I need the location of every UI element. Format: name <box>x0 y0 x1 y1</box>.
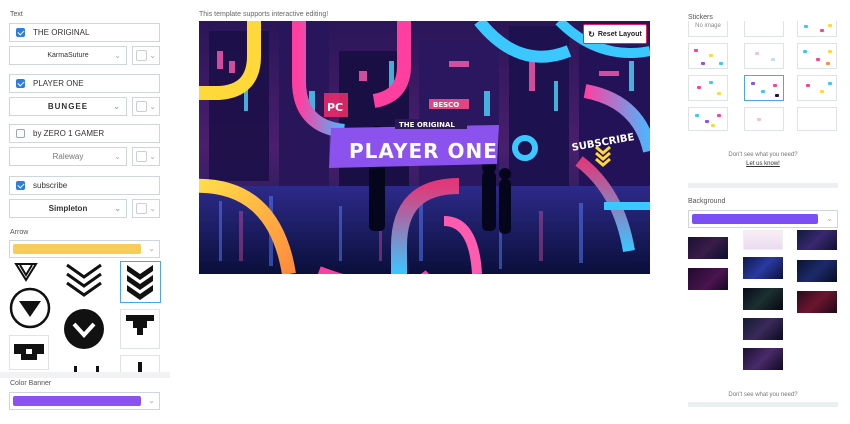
stickers-label: Stickers <box>688 14 713 21</box>
banner-small-text: THE ORIGINAL <box>399 121 455 129</box>
sticker-thumb-12[interactable] <box>797 107 837 131</box>
background-scrollbar[interactable] <box>688 402 838 407</box>
pixel-bar-icon[interactable] <box>74 364 104 372</box>
text-item-2-font: BUNGEE <box>47 102 89 111</box>
banner-color-select[interactable]: ⌄ <box>9 392 160 410</box>
background-thumb-5[interactable] <box>743 257 783 279</box>
circle-chevron-down-icon[interactable] <box>63 308 105 350</box>
sticker-thumb-8-selected[interactable] <box>744 75 784 101</box>
background-thumb-9[interactable] <box>743 318 783 340</box>
banner-color-swatch <box>13 396 141 406</box>
chevron-down-icon: ⌄ <box>149 51 156 60</box>
text-item-3-font-select[interactable]: Raleway ⌄ <box>9 147 127 166</box>
sticker-thumb-6[interactable] <box>797 43 837 69</box>
text-item-4-font-select[interactable]: Simpleton ⌄ <box>9 199 127 218</box>
text-item-1-color[interactable]: ⌄ <box>132 46 160 65</box>
text-item-2[interactable]: PLAYER ONE <box>9 74 160 93</box>
text-item-3-value[interactable]: by ZERO 1 GAMER <box>33 129 104 138</box>
triple-chevron-solid-icon[interactable] <box>120 261 161 303</box>
sticker-no-image[interactable]: No image <box>688 21 728 37</box>
background-thumb-1[interactable] <box>688 237 728 259</box>
stickers-help-question: Don't see what you need? <box>728 152 798 158</box>
text-item-1-font: KarmaSuture <box>47 52 89 59</box>
background-thumb-4[interactable] <box>688 268 728 290</box>
sticker-thumb-3[interactable] <box>797 21 837 37</box>
chevron-down-icon: ⌄ <box>113 102 121 111</box>
arrow-grid-scrollbar[interactable] <box>0 372 170 378</box>
arrow-color-swatch <box>13 244 141 254</box>
sticker-thumb-9[interactable] <box>797 75 837 101</box>
editing-hint: This template supports interactive editi… <box>199 11 329 18</box>
background-color-swatch <box>692 214 818 224</box>
background-thumb-8[interactable] <box>797 291 837 313</box>
sticker-thumb-11[interactable] <box>744 107 784 131</box>
chevron-down-thin-icon[interactable] <box>12 261 40 283</box>
reset-layout-label: Reset Layout <box>597 30 642 38</box>
text-item-4-checkbox[interactable] <box>16 181 25 190</box>
banner-main-text: PLAYER ONE <box>349 139 498 163</box>
sign-text-2: BESCO <box>433 101 459 109</box>
text-item-2-value[interactable]: PLAYER ONE <box>33 79 84 88</box>
pixel-block-arrow-icon[interactable] <box>9 335 49 370</box>
text-item-3[interactable]: by ZERO 1 GAMER <box>9 124 160 143</box>
no-image-label: No image <box>695 23 721 29</box>
chevron-down-icon: ⌄ <box>148 244 155 253</box>
triple-chevron-outline-icon[interactable] <box>63 261 105 301</box>
background-label: Background <box>688 198 726 205</box>
stickers-scrollbar[interactable] <box>688 183 838 188</box>
text-item-4-value[interactable]: subscribe <box>33 181 67 190</box>
text-item-4-font: Simpleton <box>48 204 88 213</box>
text-item-3-color[interactable]: ⌄ <box>132 147 160 166</box>
text-item-2-color[interactable]: ⌄ <box>132 97 160 116</box>
banner-artwork: PC BESCO THE ORIGINAL PLAYER ONE SUBSCRI… <box>199 21 650 274</box>
background-thumb-3[interactable] <box>797 230 837 250</box>
text-item-2-font-select[interactable]: BUNGEE ⌄ <box>9 97 127 116</box>
chevron-down-icon: ⌄ <box>114 51 121 60</box>
text-item-1-checkbox[interactable] <box>16 28 25 37</box>
chevron-down-icon: ⌄ <box>148 396 155 405</box>
reset-layout-button[interactable]: ↻ Reset Layout <box>583 24 647 44</box>
text-item-1-value[interactable]: THE ORIGINAL <box>33 28 89 37</box>
sticker-thumb-10[interactable] <box>688 107 728 131</box>
pixel-arrow-down-icon[interactable] <box>120 309 160 349</box>
text-item-1[interactable]: THE ORIGINAL <box>9 23 160 42</box>
sign-text-1: PC <box>327 101 343 114</box>
color-banner-label: Color Banner <box>10 380 52 387</box>
arrow-section-label: Arrow <box>10 229 29 236</box>
banner-canvas[interactable]: PC BESCO THE ORIGINAL PLAYER ONE SUBSCRI… <box>199 21 650 274</box>
text-item-3-checkbox[interactable] <box>16 129 25 138</box>
stickers-help-link[interactable]: Let us know! <box>688 161 838 167</box>
sticker-thumb-7[interactable] <box>688 75 728 101</box>
text-section-label: Text <box>10 11 23 18</box>
sticker-thumb-2[interactable] <box>744 21 784 37</box>
background-thumb-10[interactable] <box>743 348 783 370</box>
background-thumb-2[interactable] <box>743 230 783 250</box>
sticker-thumb-4[interactable] <box>688 43 728 69</box>
background-thumb-7[interactable] <box>743 288 783 310</box>
background-color-select[interactable]: ⌄ <box>688 210 838 228</box>
chevron-down-icon: ⌄ <box>114 204 121 213</box>
background-thumb-6[interactable] <box>797 260 837 282</box>
text-item-3-font: Raleway <box>52 152 84 161</box>
chevron-down-icon: ⌄ <box>826 214 833 223</box>
text-item-2-checkbox[interactable] <box>16 79 25 88</box>
text-item-1-font-select[interactable]: KarmaSuture ⌄ <box>9 46 127 65</box>
text-item-4[interactable]: subscribe <box>9 176 160 195</box>
reset-icon: ↻ <box>588 29 595 39</box>
arrow-color-select[interactable]: ⌄ <box>9 240 160 258</box>
background-help-question: Don't see what you need? <box>728 392 798 398</box>
pixel-stick-icon[interactable] <box>120 355 160 372</box>
circle-triangle-down-icon[interactable] <box>9 287 51 329</box>
chevron-down-icon: ⌄ <box>149 204 156 213</box>
chevron-down-icon: ⌄ <box>114 152 121 161</box>
text-item-4-color[interactable]: ⌄ <box>132 199 160 218</box>
sticker-thumb-5[interactable] <box>744 43 784 69</box>
chevron-down-icon: ⌄ <box>149 152 156 161</box>
chevron-down-icon: ⌄ <box>149 102 156 111</box>
